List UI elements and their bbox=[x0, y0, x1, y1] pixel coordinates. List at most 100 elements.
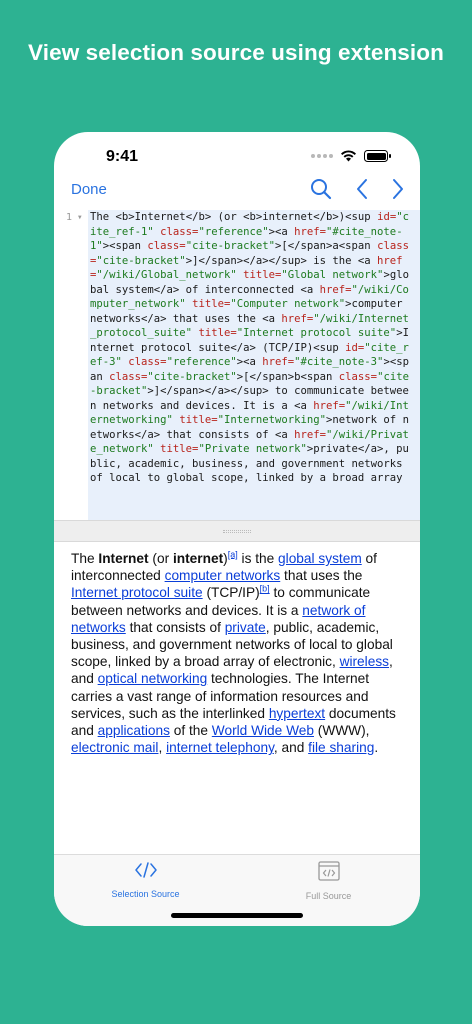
navigation-bar: Done bbox=[54, 174, 420, 208]
preview-text: (TCP/IP) bbox=[202, 585, 260, 601]
preview-text: that consists of bbox=[125, 619, 225, 635]
status-bar: 9:41 bbox=[54, 132, 420, 178]
code-attribute-value: "reference" bbox=[166, 356, 237, 368]
rendered-preview: The Internet (or internet)[a] is the glo… bbox=[71, 550, 398, 756]
search-icon[interactable] bbox=[310, 178, 332, 200]
code-text: The bbox=[90, 211, 116, 223]
code-attribute-value: "Internet protocol suite" bbox=[236, 327, 397, 339]
preview-link[interactable]: applications bbox=[98, 723, 170, 738]
preview-link[interactable]: wireless bbox=[340, 654, 389, 669]
code-text: <sup bbox=[313, 341, 346, 354]
code-text: >]</span></a> bbox=[185, 254, 269, 267]
preview-text: . bbox=[374, 740, 379, 756]
preview-text: is the bbox=[237, 551, 279, 566]
code-attribute-value: "cite-bracket" bbox=[96, 254, 186, 267]
code-attribute-value: "#cite_note-3" bbox=[294, 356, 384, 368]
code-attribute: href= bbox=[262, 356, 295, 368]
code-attribute: class= bbox=[338, 370, 378, 383]
preview-link[interactable]: World Wide Web bbox=[212, 723, 314, 738]
citation-link[interactable]: [a] bbox=[228, 549, 238, 559]
code-text: </sup> is the bbox=[268, 254, 358, 267]
code-attribute: class= bbox=[128, 356, 167, 368]
preview-link[interactable]: computer networks bbox=[165, 568, 281, 583]
done-button[interactable]: Done bbox=[71, 181, 107, 198]
tab-label: Selection Source bbox=[111, 889, 180, 899]
code-text: </b> bbox=[185, 211, 212, 223]
code-text: ><span bbox=[102, 240, 148, 252]
code-attribute-value: "Global network" bbox=[281, 269, 384, 281]
code-text: <a bbox=[262, 312, 282, 325]
editor-gutter: 1 ▼ bbox=[54, 210, 88, 520]
citation-superscript: [b] bbox=[260, 584, 270, 594]
tab-selection-source[interactable]: Selection Source bbox=[54, 861, 237, 899]
preview-link[interactable]: internet telephony bbox=[166, 740, 274, 755]
headline: View selection source using extension bbox=[28, 40, 444, 65]
chevron-left-icon[interactable] bbox=[356, 178, 368, 200]
preview-text: , and bbox=[273, 740, 309, 756]
preview-link[interactable]: electronic mail bbox=[71, 740, 158, 755]
code-attribute: title= bbox=[160, 443, 199, 455]
preview-link[interactable]: hypertext bbox=[269, 706, 325, 721]
split-divider[interactable] bbox=[54, 520, 420, 542]
drag-handle-icon[interactable] bbox=[223, 530, 251, 533]
preview-link[interactable]: optical networking bbox=[98, 671, 208, 686]
source-code-text[interactable]: The <b>Internet</b> (or <b>internet</b>)… bbox=[88, 210, 420, 520]
code-attribute-value: "reference" bbox=[198, 225, 269, 238]
code-attribute: id= bbox=[377, 211, 397, 223]
code-window-icon bbox=[317, 861, 340, 881]
code-text: >[</span>b<span bbox=[236, 370, 339, 383]
preview-text: (or bbox=[148, 551, 173, 566]
code-attribute: href= bbox=[294, 225, 327, 238]
code-attribute: href= bbox=[281, 312, 314, 325]
code-text: <a bbox=[357, 254, 378, 267]
code-attribute: class= bbox=[147, 240, 186, 252]
code-text: (or bbox=[211, 211, 244, 223]
code-text: <a bbox=[294, 399, 314, 412]
status-time: 9:41 bbox=[106, 148, 139, 165]
tab-label: Full Source bbox=[305, 891, 352, 901]
code-text: </b> bbox=[313, 211, 339, 223]
code-attribute: href= bbox=[294, 428, 326, 441]
preview-text: of the bbox=[169, 723, 212, 739]
code-text: internet bbox=[262, 211, 314, 223]
nav-actions bbox=[310, 178, 404, 200]
home-indicator bbox=[171, 913, 303, 918]
preview-text: , bbox=[158, 740, 167, 756]
code-attribute: title= bbox=[243, 269, 282, 281]
citation-link[interactable]: [b] bbox=[260, 584, 270, 594]
preview-link[interactable]: Internet protocol suite bbox=[71, 585, 203, 600]
code-attribute: href= bbox=[319, 283, 352, 296]
cellular-signal-icon bbox=[311, 154, 333, 158]
code-attribute: title= bbox=[198, 327, 237, 339]
code-text: ><a bbox=[236, 356, 263, 368]
code-attribute-value: "cite-bracket" bbox=[185, 240, 275, 252]
code-text: <b> bbox=[243, 211, 263, 223]
code-attribute: class= bbox=[160, 225, 199, 238]
preview-text: (WWW), bbox=[313, 723, 370, 739]
code-attribute: class= bbox=[109, 370, 148, 383]
code-attribute-value: "Internetworking" bbox=[217, 414, 327, 426]
battery-icon bbox=[364, 150, 391, 162]
code-attribute-value: "/wiki/Global_network" bbox=[96, 269, 237, 281]
code-attribute: title= bbox=[192, 298, 231, 310]
code-attribute: id= bbox=[345, 341, 365, 354]
code-attribute-value: "cite-bracket" bbox=[147, 370, 237, 383]
status-icons bbox=[311, 150, 391, 162]
tab-full-source[interactable]: Full Source bbox=[237, 861, 420, 901]
code-attribute: href= bbox=[313, 399, 346, 412]
source-editor[interactable]: 1 ▼ The <b>Internet</b> (or <b>internet<… bbox=[54, 210, 420, 520]
preview-link[interactable]: private bbox=[225, 620, 266, 635]
fold-toggle-icon[interactable]: ▼ bbox=[78, 214, 82, 221]
chevron-right-icon[interactable] bbox=[392, 178, 404, 200]
code-text: Internet bbox=[134, 211, 186, 223]
preview-text: that uses the bbox=[280, 568, 363, 584]
preview-link[interactable]: global system bbox=[278, 551, 362, 566]
code-text: <a bbox=[300, 283, 320, 296]
code-text: <a bbox=[274, 428, 295, 441]
code-text: <sup bbox=[345, 211, 378, 223]
code-brackets-icon bbox=[134, 862, 157, 878]
preview-link[interactable]: file sharing bbox=[308, 740, 374, 755]
preview-text: The bbox=[71, 551, 99, 566]
code-text: ><a bbox=[268, 225, 295, 238]
code-attribute-value: "Private network" bbox=[198, 443, 307, 455]
